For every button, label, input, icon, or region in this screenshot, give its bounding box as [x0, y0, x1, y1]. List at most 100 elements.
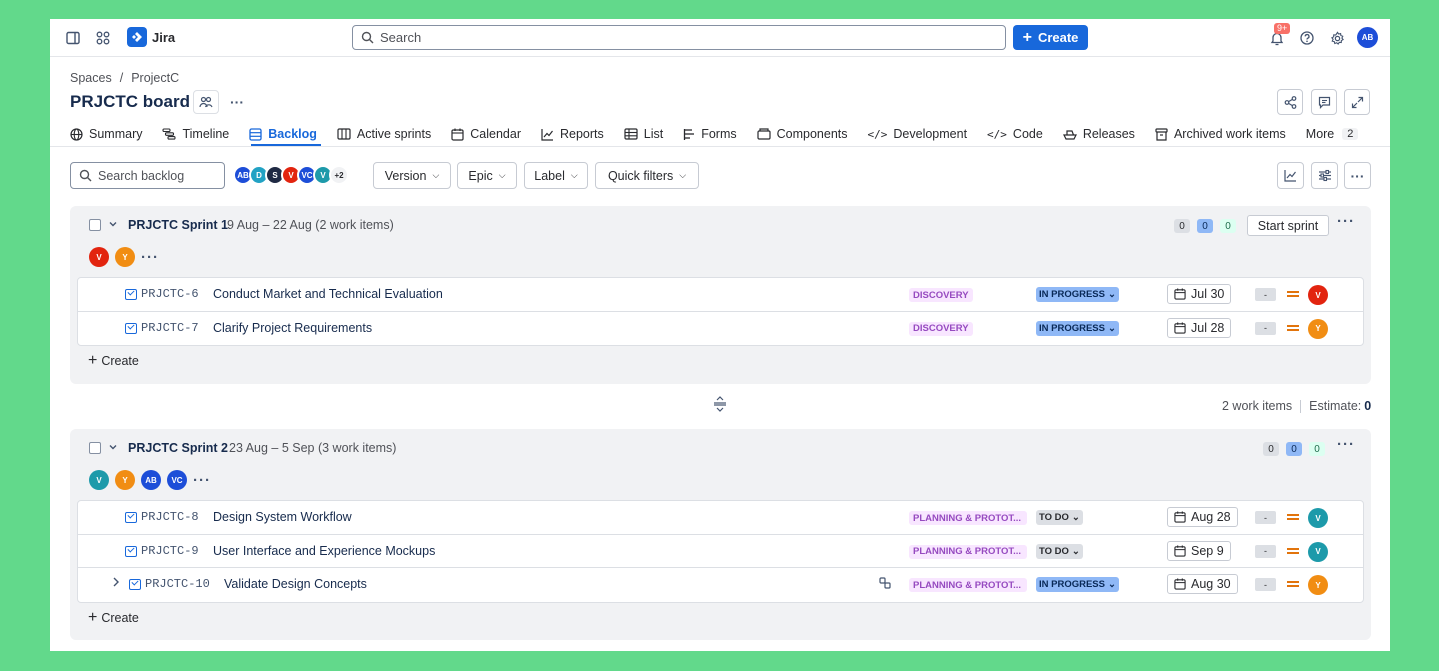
tab-timeline[interactable]: Timeline	[162, 123, 229, 145]
avatar-v[interactable]: V	[89, 470, 109, 490]
more-actions-icon[interactable]: ···	[224, 90, 250, 114]
epic-lozenge[interactable]: PLANNING & PROTOT...	[909, 578, 1027, 592]
tab-calendar[interactable]: Calendar	[451, 123, 521, 145]
status-dropdown[interactable]: TO DO ⌄	[1036, 510, 1083, 525]
sprint-select-checkbox[interactable]	[89, 442, 101, 454]
feedback-icon[interactable]	[1311, 89, 1337, 115]
share-icon[interactable]	[1277, 89, 1303, 115]
child-items-icon[interactable]	[879, 577, 891, 592]
user-avatar[interactable]: AB	[1357, 27, 1378, 48]
more-assignees-icon[interactable]: ···	[141, 249, 159, 266]
work-item-key[interactable]: PRJCTC-10	[145, 577, 210, 591]
assignee-avatar[interactable]: V	[1308, 508, 1328, 528]
tab-active-sprints[interactable]: Active sprints	[337, 123, 431, 145]
assignee-avatar[interactable]: Y	[1308, 575, 1328, 595]
estimate-badge[interactable]: -	[1255, 544, 1276, 558]
status-dropdown[interactable]: IN PROGRESS ⌄	[1036, 287, 1119, 302]
avatar-v[interactable]: V	[89, 247, 109, 267]
team-people-icon[interactable]	[193, 90, 219, 114]
epic-lozenge[interactable]: PLANNING & PROTOT...	[909, 544, 1027, 559]
tab-reports[interactable]: Reports	[541, 123, 604, 145]
more-options-icon[interactable]: ···	[1344, 162, 1371, 189]
assignee-avatar[interactable]: V	[1308, 285, 1328, 305]
table-row[interactable]: PRJCTC-8 Design System Workflow PLANNING…	[78, 501, 1363, 535]
insights-chart-icon[interactable]	[1277, 162, 1304, 189]
estimate-badge[interactable]: -	[1255, 511, 1276, 524]
more-assignees-icon[interactable]: ···	[193, 472, 211, 489]
label-filter-button[interactable]: Label ⌵	[524, 162, 588, 189]
epic-filter-button[interactable]: Epic ⌵	[457, 162, 517, 189]
avatar-y[interactable]: Y	[115, 470, 135, 490]
sprint-more-icon[interactable]: ···	[1337, 436, 1355, 453]
avatar-filter-more[interactable]: +2	[329, 165, 349, 185]
assignee-avatar[interactable]: V	[1308, 541, 1328, 562]
search-backlog-input[interactable]: Search backlog	[70, 162, 225, 189]
work-item-summary[interactable]: Design System Workflow	[213, 510, 352, 524]
estimate-badge[interactable]: -	[1255, 578, 1276, 591]
resize-handle-icon[interactable]	[713, 396, 727, 415]
estimate-badge[interactable]: -	[1255, 288, 1276, 301]
app-name[interactable]: Jira	[152, 30, 175, 45]
estimate-badge[interactable]: -	[1255, 321, 1276, 335]
work-item-summary[interactable]: User Interface and Experience Mockups	[213, 544, 435, 558]
assignee-avatar[interactable]: Y	[1308, 318, 1328, 339]
due-date-pill[interactable]: Aug 30	[1167, 574, 1238, 594]
app-switcher-icon[interactable]	[94, 29, 112, 47]
status-dropdown[interactable]: IN PROGRESS ⌄	[1036, 577, 1119, 592]
due-date-pill[interactable]: Sep 9	[1167, 540, 1231, 561]
due-date-pill[interactable]: Jul 30	[1167, 284, 1232, 304]
help-icon[interactable]	[1298, 29, 1316, 47]
create-work-item-button[interactable]: + Create	[88, 353, 139, 369]
table-row[interactable]: PRJCTC-6 Conduct Market and Technical Ev…	[78, 278, 1363, 312]
work-item-summary[interactable]: Conduct Market and Technical Evaluation	[213, 287, 443, 301]
sidebar-toggle-icon[interactable]	[64, 29, 82, 47]
tab-forms[interactable]: Forms	[683, 123, 737, 145]
avatar-vc[interactable]: VC	[167, 470, 187, 490]
view-settings-sliders-icon[interactable]	[1311, 162, 1338, 189]
create-work-item-button[interactable]: + Create	[88, 610, 139, 626]
create-button[interactable]: + Create	[1013, 25, 1088, 50]
quick-filters-button[interactable]: Quick filters ⌵	[595, 162, 699, 189]
sprint-select-checkbox[interactable]	[89, 219, 101, 231]
global-search-input[interactable]: Search	[352, 25, 1006, 50]
work-item-key[interactable]: PRJCTC-9	[141, 544, 199, 558]
priority-medium-icon[interactable]	[1287, 323, 1299, 333]
avatar-y[interactable]: Y	[115, 247, 135, 267]
tab-list[interactable]: List	[624, 123, 663, 145]
start-sprint-button[interactable]: Start sprint	[1247, 215, 1329, 236]
due-date-pill[interactable]: Aug 28	[1167, 507, 1238, 527]
work-item-key[interactable]: PRJCTC-6	[141, 287, 199, 301]
tab-archived-work-items[interactable]: Archived work items	[1155, 123, 1286, 145]
tab-releases[interactable]: Releases	[1062, 123, 1135, 145]
work-item-summary[interactable]: Validate Design Concepts	[224, 577, 367, 591]
tab-components[interactable]: Components	[757, 123, 848, 145]
breadcrumb-project-link[interactable]: ProjectC	[131, 71, 179, 85]
breadcrumb-spaces-link[interactable]: Spaces	[70, 71, 112, 85]
tab-development[interactable]: </> Development	[868, 123, 968, 145]
epic-lozenge[interactable]: DISCOVERY	[909, 288, 973, 302]
table-row[interactable]: PRJCTC-10 Validate Design Concepts PLANN…	[78, 568, 1363, 602]
sprint-more-icon[interactable]: ···	[1337, 213, 1355, 230]
jira-logo-icon[interactable]	[127, 27, 147, 47]
sprint-name[interactable]: PRJCTC Sprint 2	[128, 441, 228, 455]
epic-lozenge[interactable]: PLANNING & PROTOT...	[909, 511, 1027, 525]
tab-summary[interactable]: Summary	[70, 123, 142, 145]
work-item-key[interactable]: PRJCTC-7	[141, 321, 199, 335]
version-filter-button[interactable]: Version ⌵	[373, 162, 451, 189]
priority-medium-icon[interactable]	[1287, 289, 1299, 299]
tab-more[interactable]: More 2	[1306, 123, 1359, 145]
priority-medium-icon[interactable]	[1287, 546, 1299, 556]
chevron-down-icon[interactable]	[108, 440, 118, 455]
due-date-pill[interactable]: Jul 28	[1167, 317, 1232, 338]
work-item-key[interactable]: PRJCTC-8	[141, 510, 199, 524]
status-dropdown[interactable]: IN PROGRESS ⌄	[1036, 320, 1119, 336]
priority-medium-icon[interactable]	[1287, 512, 1299, 522]
tab-backlog[interactable]: Backlog	[249, 123, 317, 145]
chevron-right-icon[interactable]	[111, 576, 121, 591]
sprint-name[interactable]: PRJCTC Sprint 1	[128, 218, 228, 232]
fullscreen-icon[interactable]	[1344, 89, 1370, 115]
tab-code[interactable]: </> Code	[987, 123, 1043, 145]
table-row[interactable]: PRJCTC-9 User Interface and Experience M…	[78, 535, 1363, 568]
table-row[interactable]: PRJCTC-7 Clarify Project Requirements DI…	[78, 312, 1363, 346]
chevron-down-icon[interactable]	[108, 217, 118, 232]
